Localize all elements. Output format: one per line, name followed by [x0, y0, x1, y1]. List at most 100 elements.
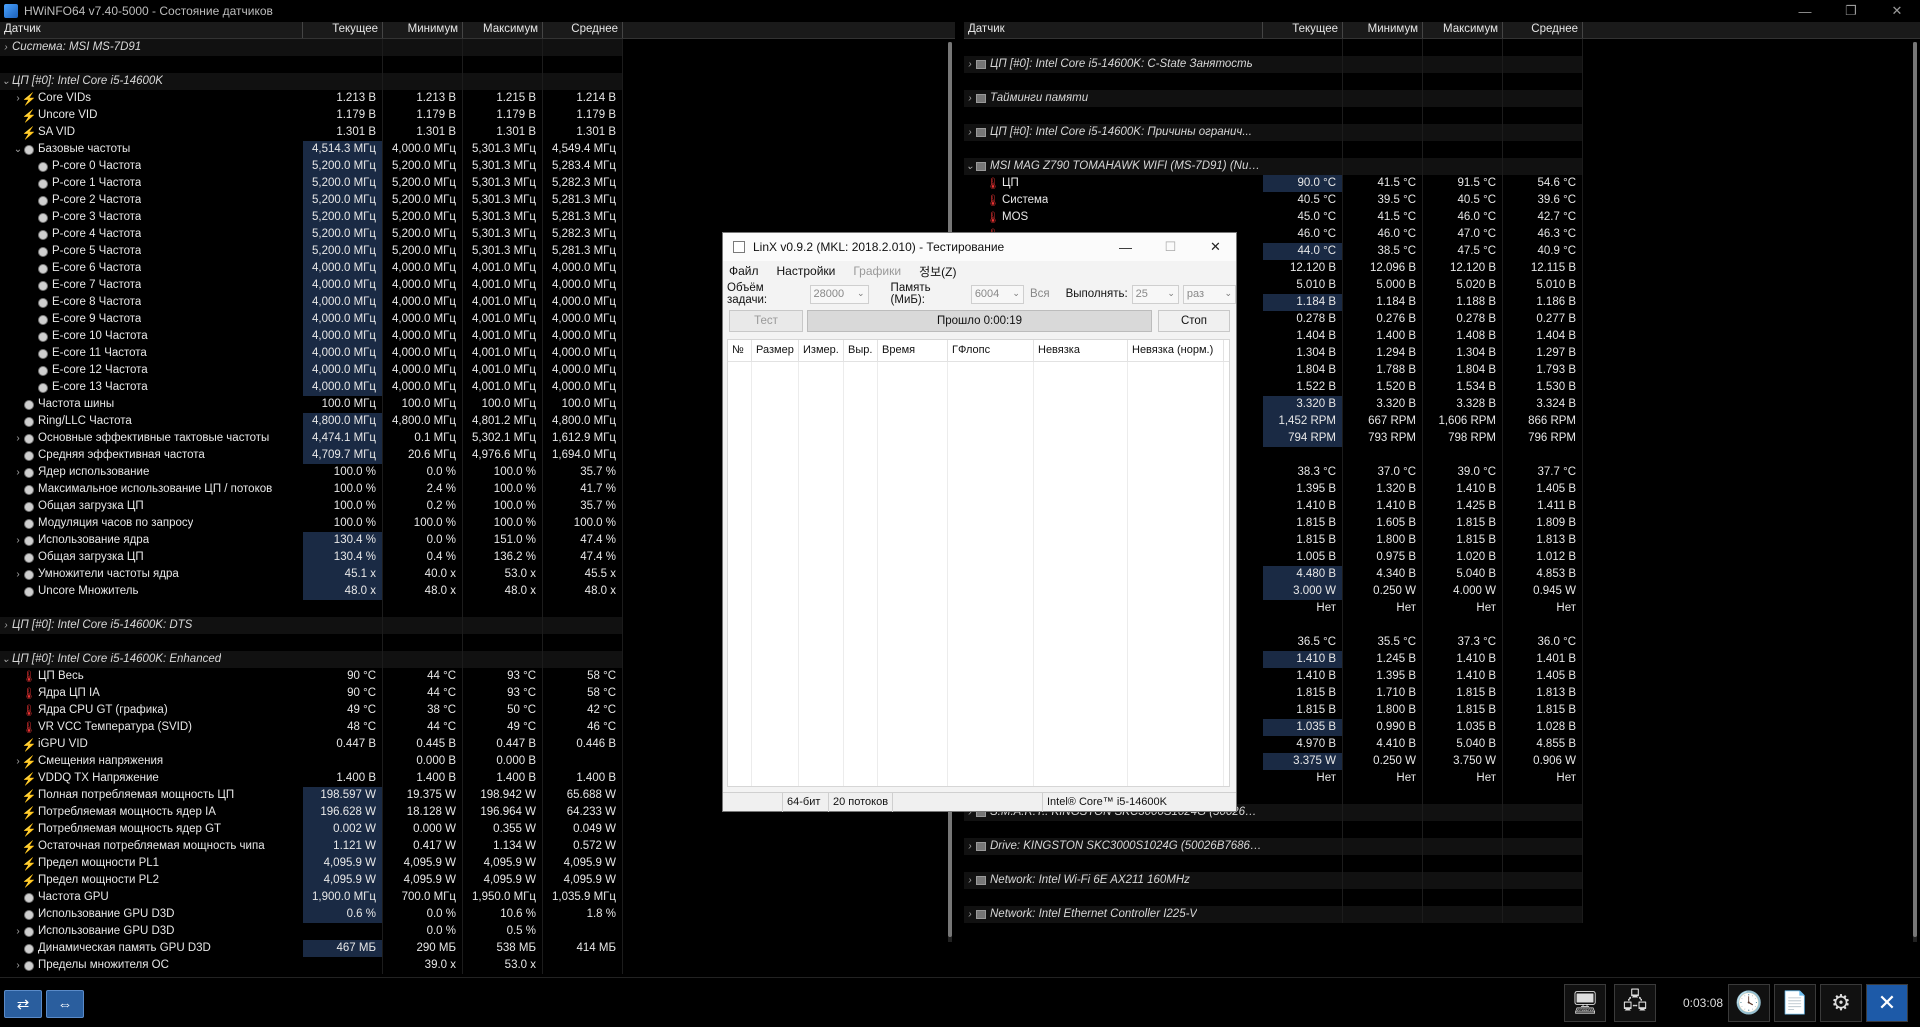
sensor-row[interactable]: › Использование GPU D3D 0.0 % 0.5 % [0, 923, 955, 940]
sensor-row[interactable]: ⚡ Потребляемая мощность ядер GT 0.002 W 0.0… [0, 821, 955, 838]
value-current [1263, 107, 1343, 124]
col-number[interactable]: № [728, 340, 752, 361]
column-max-right[interactable]: Максимум [1423, 22, 1503, 38]
expand-chevron-icon[interactable]: › [12, 430, 24, 447]
log-file-icon[interactable]: 📄 [1774, 984, 1816, 1022]
sensor-row[interactable]: ⚡ Остаточная потребляемая мощность чипа 1.… [0, 838, 955, 855]
close-button[interactable]: ✕ [1874, 0, 1920, 22]
value-min: 0.2 % [383, 498, 463, 515]
nav-left-right-icon[interactable]: ⇄ [4, 990, 42, 1018]
sensor-row[interactable]: Динамическая память GPU D3D 467 МБ 290 МБ 5… [0, 940, 955, 957]
restore-button[interactable]: ❐ [1828, 0, 1874, 22]
sensor-label: Ядра CPU GT (графика) [38, 704, 168, 716]
col-size[interactable]: Размер [752, 340, 799, 361]
sensor-row[interactable]: 🌡 ЦП 90.0 °C 41.5 °C 91.5 °C 54.6 °C [964, 175, 1920, 192]
sensor-group-row[interactable]: › Система: MSI MS-7D91 [0, 39, 955, 56]
sensor-group-row[interactable]: › Network: Intel Ethernet Controller I225… [964, 906, 1920, 923]
column-min-right[interactable]: Минимум [1343, 22, 1423, 38]
nav-expand-icon[interactable]: ⇔ [46, 990, 84, 1018]
sensor-row[interactable]: P-core 2 Частота 5,200.0 МГц 5,200.0 МГц 5,… [0, 192, 955, 209]
column-avg[interactable]: Среднее [543, 22, 623, 38]
expand-chevron-icon[interactable]: › [964, 56, 976, 73]
col-residual-norm[interactable]: Невязка (норм.) [1128, 340, 1224, 361]
sensor-label: VR VCC Температура (SVID) [38, 721, 192, 733]
clock-reset-icon[interactable]: 🕓 [1728, 984, 1770, 1022]
value-max: 5.020 В [1423, 277, 1503, 294]
sensor-group-row[interactable]: ⌄ ЦП [#0]: Intel Core i5-14600K [0, 73, 955, 90]
value-max [1423, 39, 1503, 56]
sensor-name-cell [0, 634, 303, 651]
expand-chevron-icon[interactable]: › [0, 617, 12, 634]
sensor-name-cell [964, 889, 1263, 906]
sensor-group-row[interactable]: › ЦП [#0]: Intel Core i5-14600K: C-State … [964, 56, 1920, 73]
value-min [1343, 617, 1423, 634]
expand-chevron-icon[interactable]: › [12, 532, 24, 549]
column-max[interactable]: Максимум [463, 22, 543, 38]
sensor-row[interactable]: ⚡ Предел мощности PL1 4,095.9 W 4,095.9 W 4,… [0, 855, 955, 872]
col-gflops[interactable]: ГФлопс [948, 340, 1034, 361]
close-sensors-icon[interactable]: ✕ [1866, 984, 1908, 1022]
stop-button[interactable]: Стоп [1158, 310, 1230, 332]
expand-chevron-icon[interactable]: › [964, 124, 976, 141]
expand-chevron-icon[interactable]: › [12, 566, 24, 583]
expand-chevron-icon[interactable]: › [964, 906, 976, 923]
expand-chevron-icon[interactable]: › [12, 957, 24, 974]
value-max: 47.5 °C [1423, 243, 1503, 260]
expand-chevron-icon[interactable]: › [964, 838, 976, 855]
sensor-row[interactable]: Частота GPU 1,900.0 МГц 700.0 МГц 1,950.0 М… [0, 889, 955, 906]
expand-chevron-icon[interactable]: › [12, 464, 24, 481]
right-scrollbar[interactable] [1913, 42, 1917, 942]
linx-close-button[interactable]: ✕ [1193, 233, 1238, 261]
expand-chevron-icon[interactable]: › [964, 90, 976, 107]
sensor-group-row[interactable]: › Network: Intel Wi-Fi 6E AX211 160MHz [964, 872, 1920, 889]
expand-chevron-icon[interactable]: › [964, 872, 976, 889]
menu-file[interactable]: Файл [729, 264, 759, 278]
sensor-row[interactable]: › ⚡ Core VIDs 1.213 В 1.213 В 1.215 В 1.214 В [0, 90, 955, 107]
col-measure[interactable]: Измер. [799, 340, 844, 361]
computer-icon[interactable]: 🖥 [1564, 984, 1606, 1022]
sensor-group-row[interactable]: › ЦП [#0]: Intel Core i5-14600K: Причины … [964, 124, 1920, 141]
column-avg-right[interactable]: Среднее [1503, 22, 1583, 38]
collapse-chevron-icon[interactable]: ⌄ [12, 141, 24, 158]
collapse-chevron-icon[interactable]: ⌄ [0, 651, 12, 668]
sensor-row[interactable]: ⚡ Uncore VID 1.179 В 1.179 В 1.179 В 1.179 В [0, 107, 955, 124]
sensor-name-cell: 🌡 MOS [964, 209, 1263, 226]
col-align[interactable]: Выр. [844, 340, 878, 361]
expand-chevron-icon[interactable]: › [12, 923, 24, 940]
sensor-row[interactable]: P-core 3 Частота 5,200.0 МГц 5,200.0 МГц 5,… [0, 209, 955, 226]
sensor-row[interactable]: P-core 0 Частота 5,200.0 МГц 5,200.0 МГц 5,… [0, 158, 955, 175]
expand-chevron-icon[interactable]: › [0, 39, 12, 56]
value-avg: 866 RPM [1503, 413, 1583, 430]
network-icon[interactable]: 🖧 [1614, 984, 1656, 1022]
menu-settings[interactable]: Настройки [777, 264, 836, 278]
col-residual[interactable]: Невязка [1034, 340, 1128, 361]
collapse-chevron-icon[interactable]: ⌄ [0, 73, 12, 90]
col-time[interactable]: Время [878, 340, 948, 361]
sensor-row[interactable]: P-core 1 Частота 5,200.0 МГц 5,200.0 МГц 5,… [0, 175, 955, 192]
sensor-row[interactable]: › Пределы множителя ОС 39.0 x 53.0 x [0, 957, 955, 974]
value-current [1263, 617, 1343, 634]
sensor-row[interactable]: ⚡ Предел мощности PL2 4,095.9 W 4,095.9 W 4,… [0, 872, 955, 889]
menu-about[interactable]: 정보(Z) [919, 263, 956, 280]
sensor-group-row[interactable]: › Тайминги памяти [964, 90, 1920, 107]
sensor-row[interactable]: Использование GPU D3D 0.6 % 0.0 % 10.6 % 1.8… [0, 906, 955, 923]
sensor-row[interactable]: 🌡 MOS 45.0 °C 41.5 °C 46.0 °C 42.7 °C [964, 209, 1920, 226]
sensor-row[interactable]: 🌡 Система 40.5 °C 39.5 °C 40.5 °C 39.6 °C [964, 192, 1920, 209]
value-current: 4,000.0 МГц [303, 260, 383, 277]
column-sensor[interactable]: Датчик [0, 22, 303, 38]
value-current: 1.804 В [1263, 362, 1343, 379]
sensor-row[interactable]: ⚡ SA VID 1.301 В 1.301 В 1.301 В 1.301 В [0, 124, 955, 141]
sensor-name-cell: E-core 7 Частота [0, 277, 303, 294]
column-min[interactable]: Минимум [383, 22, 463, 38]
right-scrollbar-thumb[interactable] [1913, 42, 1917, 937]
column-sensor-right[interactable]: Датчик [964, 22, 1263, 38]
collapse-chevron-icon[interactable]: ⌄ [964, 158, 976, 175]
settings-gear-icon[interactable]: ⚙ [1820, 984, 1862, 1022]
column-current-right[interactable]: Текущее [1263, 22, 1343, 38]
sensor-row[interactable]: ⌄ Базовые частоты 4,514.3 МГц 4,000.0 МГц 5,… [0, 141, 955, 158]
column-current[interactable]: Текущее [303, 22, 383, 38]
sensor-group-row[interactable]: ⌄ MSI MAG Z790 TOMAHAWK WIFI (MS-7D91) (N… [964, 158, 1920, 175]
linx-minimize-button[interactable]: — [1103, 233, 1148, 261]
sensor-group-row[interactable]: › Drive: KINGSTON SKC3000S1024G (50026B76… [964, 838, 1920, 855]
minimize-button[interactable]: — [1782, 0, 1828, 22]
